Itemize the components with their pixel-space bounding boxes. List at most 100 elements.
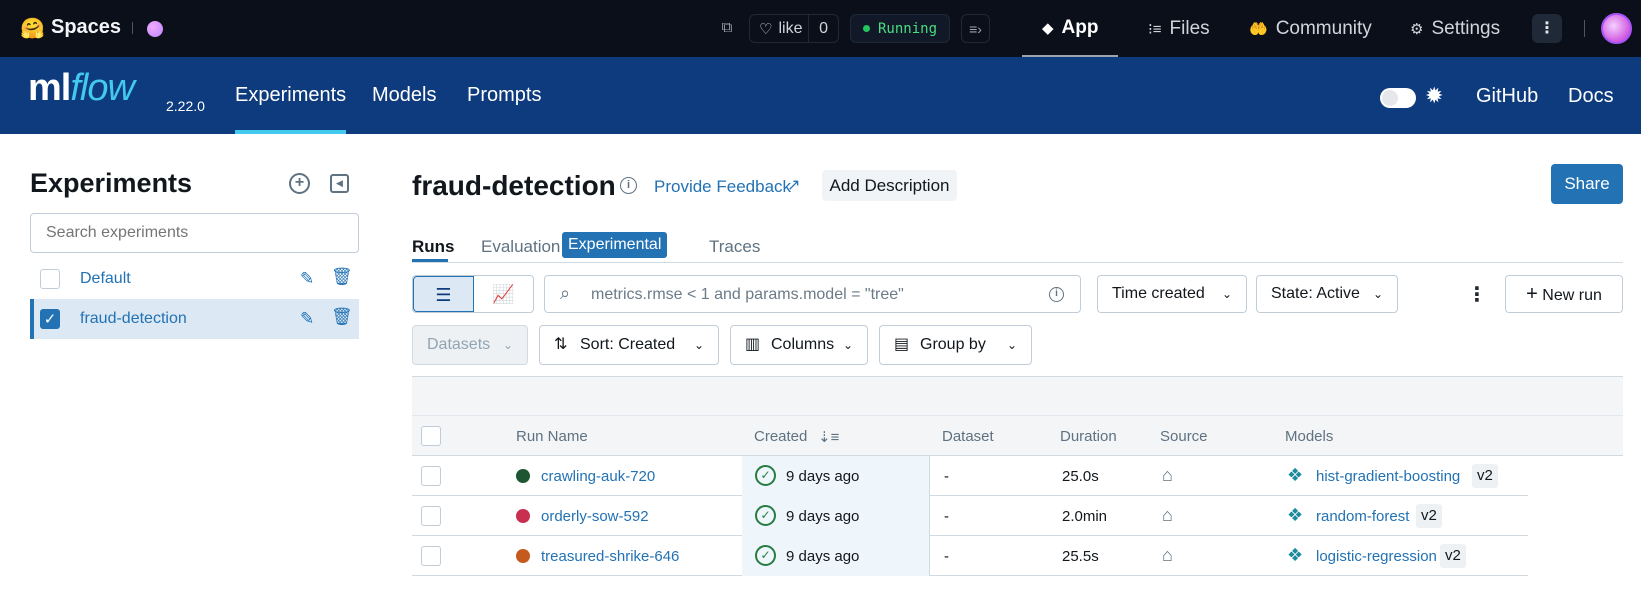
column-dataset[interactable]: Dataset [942, 428, 994, 445]
model-link[interactable]: logistic-regression [1316, 548, 1437, 565]
info-icon[interactable]: i [1049, 287, 1064, 302]
dataset-cell: - [944, 548, 949, 565]
more-options-icon[interactable]: ⋮ [1467, 282, 1487, 307]
chevron-down-icon: ⌄ [502, 338, 513, 352]
hf-tab-community[interactable]: 🤲 Community [1249, 0, 1372, 57]
dropdown-label: Group by [920, 336, 986, 353]
list-view-icon[interactable]: ☰ [413, 276, 474, 312]
provide-feedback-link[interactable]: Provide Feedback [654, 177, 791, 197]
run-name-link[interactable]: treasured-shrike-646 [541, 548, 679, 565]
copy-icon[interactable]: ⧉ [717, 19, 737, 39]
sort-desc-icon[interactable]: ⇣≡ [818, 428, 839, 446]
hf-tab-settings[interactable]: ⚙ Settings [1410, 0, 1500, 57]
status-label: Running [878, 20, 938, 37]
like-button[interactable]: ♡ like 0 [749, 14, 839, 43]
experiment-search-input[interactable] [30, 213, 359, 253]
mlflow-header: mlflow 2.22.0 Experiments Models Prompts… [0, 57, 1641, 134]
chevron-down-icon: ⌄ [1006, 338, 1017, 352]
run-color-dot [516, 509, 530, 523]
columns-dropdown[interactable]: ▥ Columns ⌄ [730, 325, 868, 365]
duration-cell: 2.0min [1062, 508, 1108, 525]
notebook-source-icon[interactable]: ⌂ [1162, 545, 1173, 566]
search-placeholder: metrics.rmse < 1 and params.model = "tre… [591, 286, 904, 303]
group-icon: ▤ [894, 336, 910, 353]
cube-icon: ◆ [1042, 19, 1054, 37]
sidebar-item-default[interactable]: Default ✎ 🗑 [30, 259, 359, 299]
table-row[interactable]: orderly-sow-592 ✓ 9 days ago - 2.0min ⌂ … [412, 496, 1528, 536]
dark-mode-toggle[interactable] [1380, 88, 1416, 108]
sort-dropdown[interactable]: ⇅ Sort: Created ⌄ [539, 325, 719, 365]
model-link[interactable]: random-forest [1316, 508, 1409, 525]
experiment-checkbox[interactable] [40, 269, 60, 289]
add-experiment-icon[interactable]: + [289, 173, 310, 194]
column-created[interactable]: Created [754, 428, 807, 445]
trash-icon[interactable]: 🗑 [331, 267, 353, 287]
divider [1584, 20, 1585, 37]
space-owner-avatar[interactable] [147, 21, 163, 37]
model-link[interactable]: hist-gradient-boosting [1316, 468, 1460, 485]
sidebar-item-fraud-detection[interactable]: ✓ fraud-detection ✎ 🗑 [30, 299, 359, 339]
spaces-title[interactable]: Spaces [51, 16, 121, 39]
notebook-source-icon[interactable]: ⌂ [1162, 505, 1173, 526]
column-models[interactable]: Models [1285, 428, 1333, 445]
time-created-dropdown[interactable]: Time created ⌄ [1097, 275, 1247, 313]
select-all-checkbox[interactable] [421, 426, 441, 446]
model-icon: ❖ [1287, 545, 1304, 565]
column-source[interactable]: Source [1160, 428, 1208, 445]
experiment-label[interactable]: Default [80, 270, 131, 288]
datasets-dropdown[interactable]: Datasets ⌄ [412, 325, 528, 365]
chevron-down-icon: ⌄ [1221, 287, 1232, 301]
tab-traces[interactable]: Traces [709, 237, 760, 257]
experiment-label[interactable]: fraud-detection [80, 310, 187, 328]
user-avatar[interactable] [1601, 13, 1632, 44]
model-version-badge: v2 [1440, 544, 1466, 568]
check-circle-icon: ✓ [755, 505, 776, 526]
mlflow-logo[interactable]: mlflow [28, 67, 135, 110]
huggingface-logo-icon[interactable]: 🤗 [20, 16, 45, 41]
column-run-name[interactable]: Run Name [516, 428, 588, 445]
runs-search-input[interactable]: ⌕ metrics.rmse < 1 and params.model = "t… [544, 275, 1081, 313]
tab-runs[interactable]: Runs [412, 237, 455, 257]
run-name-link[interactable]: orderly-sow-592 [541, 508, 649, 525]
nav-tab-models[interactable]: Models [372, 57, 436, 134]
hf-top-bar: 🤗 Spaces ⧉ ♡ like 0 Running ≡› ◆ App ⁝≡ … [0, 0, 1641, 57]
share-button[interactable]: Share [1551, 164, 1623, 204]
add-description-button[interactable]: Add Description [822, 170, 957, 201]
tab-evaluation[interactable]: Evaluation [481, 237, 560, 257]
status-badge[interactable]: Running [850, 14, 950, 43]
table-row[interactable]: crawling-auk-720 ✓ 9 days ago - 25.0s ⌂ … [412, 456, 1528, 496]
logs-icon[interactable]: ≡› [961, 14, 990, 43]
chart-view-icon[interactable]: 📈 [474, 276, 533, 312]
nav-tab-prompts[interactable]: Prompts [467, 57, 541, 134]
column-duration[interactable]: Duration [1060, 428, 1117, 445]
notebook-source-icon[interactable]: ⌂ [1162, 465, 1173, 486]
hf-tab-app[interactable]: ◆ App [1022, 0, 1118, 57]
state-dropdown[interactable]: State: Active ⌄ [1256, 275, 1398, 313]
info-icon[interactable]: i [620, 177, 637, 194]
collapse-sidebar-icon[interactable]: ◀ [330, 174, 349, 193]
new-run-button[interactable]: + New run [1505, 275, 1623, 313]
divider [132, 22, 133, 34]
duration-cell: 25.5s [1062, 548, 1099, 565]
edit-icon[interactable]: ✎ [300, 269, 314, 289]
trash-icon[interactable]: 🗑 [331, 307, 353, 327]
row-checkbox[interactable] [421, 466, 441, 486]
run-color-dot [516, 549, 530, 563]
row-checkbox[interactable] [421, 546, 441, 566]
edit-icon[interactable]: ✎ [300, 309, 314, 329]
docs-link[interactable]: Docs [1568, 85, 1614, 108]
row-checkbox[interactable] [421, 506, 441, 526]
check-circle-icon: ✓ [755, 465, 776, 486]
dropdown-label: Datasets [427, 336, 491, 353]
experiment-checkbox[interactable]: ✓ [40, 309, 60, 329]
hf-tab-files[interactable]: ⁝≡ Files [1148, 0, 1210, 57]
experimental-badge: Experimental [562, 232, 668, 258]
model-icon: ❖ [1287, 505, 1304, 525]
like-label: like [778, 19, 803, 37]
group-by-dropdown[interactable]: ▤ Group by ⌄ [879, 325, 1032, 365]
run-name-link[interactable]: crawling-auk-720 [541, 468, 655, 485]
github-link[interactable]: GitHub [1476, 85, 1538, 108]
more-options-icon[interactable]: ⋮ [1532, 14, 1562, 43]
table-row[interactable]: treasured-shrike-646 ✓ 9 days ago - 25.5… [412, 536, 1528, 576]
nav-tab-experiments[interactable]: Experiments [235, 57, 347, 134]
